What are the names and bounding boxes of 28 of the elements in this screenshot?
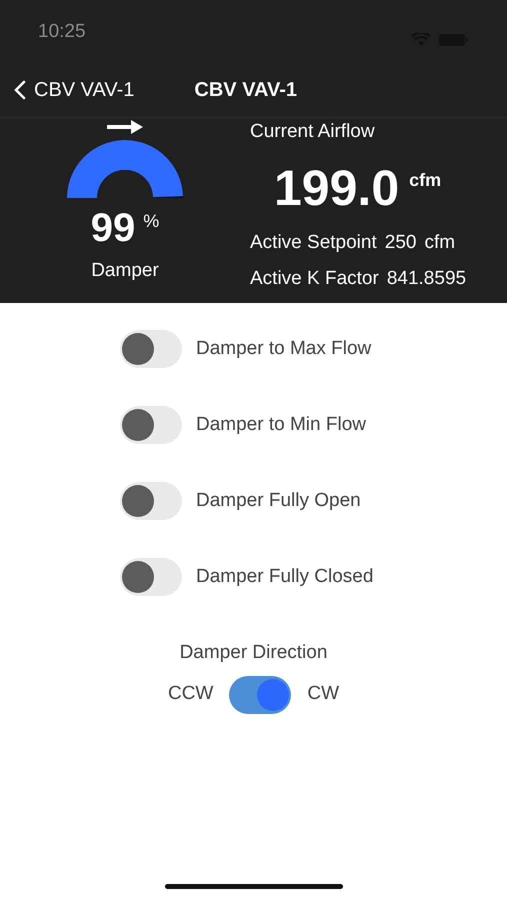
switch-label: Damper Fully Closed <box>196 564 374 589</box>
switch-toggle[interactable] <box>120 406 182 444</box>
switch-label: Damper to Min Flow <box>196 412 366 437</box>
airflow-title: Current Airflow <box>250 120 376 144</box>
direction-title: Damper Direction <box>180 641 328 665</box>
chevron-left-icon <box>14 80 26 100</box>
setpoint-unit: cfm <box>424 230 456 254</box>
damper-value: 99 <box>90 206 136 250</box>
direction-right-label: CW <box>307 682 340 706</box>
switch-toggle[interactable] <box>120 558 182 596</box>
status-time: 10:25 <box>38 20 86 44</box>
k-factor-label: Active K Factor <box>250 267 379 291</box>
direction-left-label: CCW <box>168 682 214 706</box>
switch-label: Damper to Max Flow <box>196 336 372 361</box>
arrow-right-icon <box>105 120 145 134</box>
back-button[interactable]: CBV VAV-1 <box>14 74 134 104</box>
switch-label: Damper Fully Open <box>196 488 361 513</box>
screen-title: CBV VAV-1 <box>194 78 298 102</box>
airflow-value: 199.0 <box>274 162 400 212</box>
damper-label: Damper <box>91 259 159 283</box>
setpoint-label: Active Setpoint <box>250 230 377 254</box>
direction-toggle[interactable] <box>229 676 292 714</box>
setpoint-value: 250 <box>384 230 416 254</box>
damper-unit: % <box>143 211 160 231</box>
k-factor-value: 841.8595 <box>386 267 466 291</box>
switch-toggle[interactable] <box>120 330 182 368</box>
switch-toggle[interactable] <box>120 482 182 520</box>
airflow-unit: cfm <box>409 168 442 192</box>
